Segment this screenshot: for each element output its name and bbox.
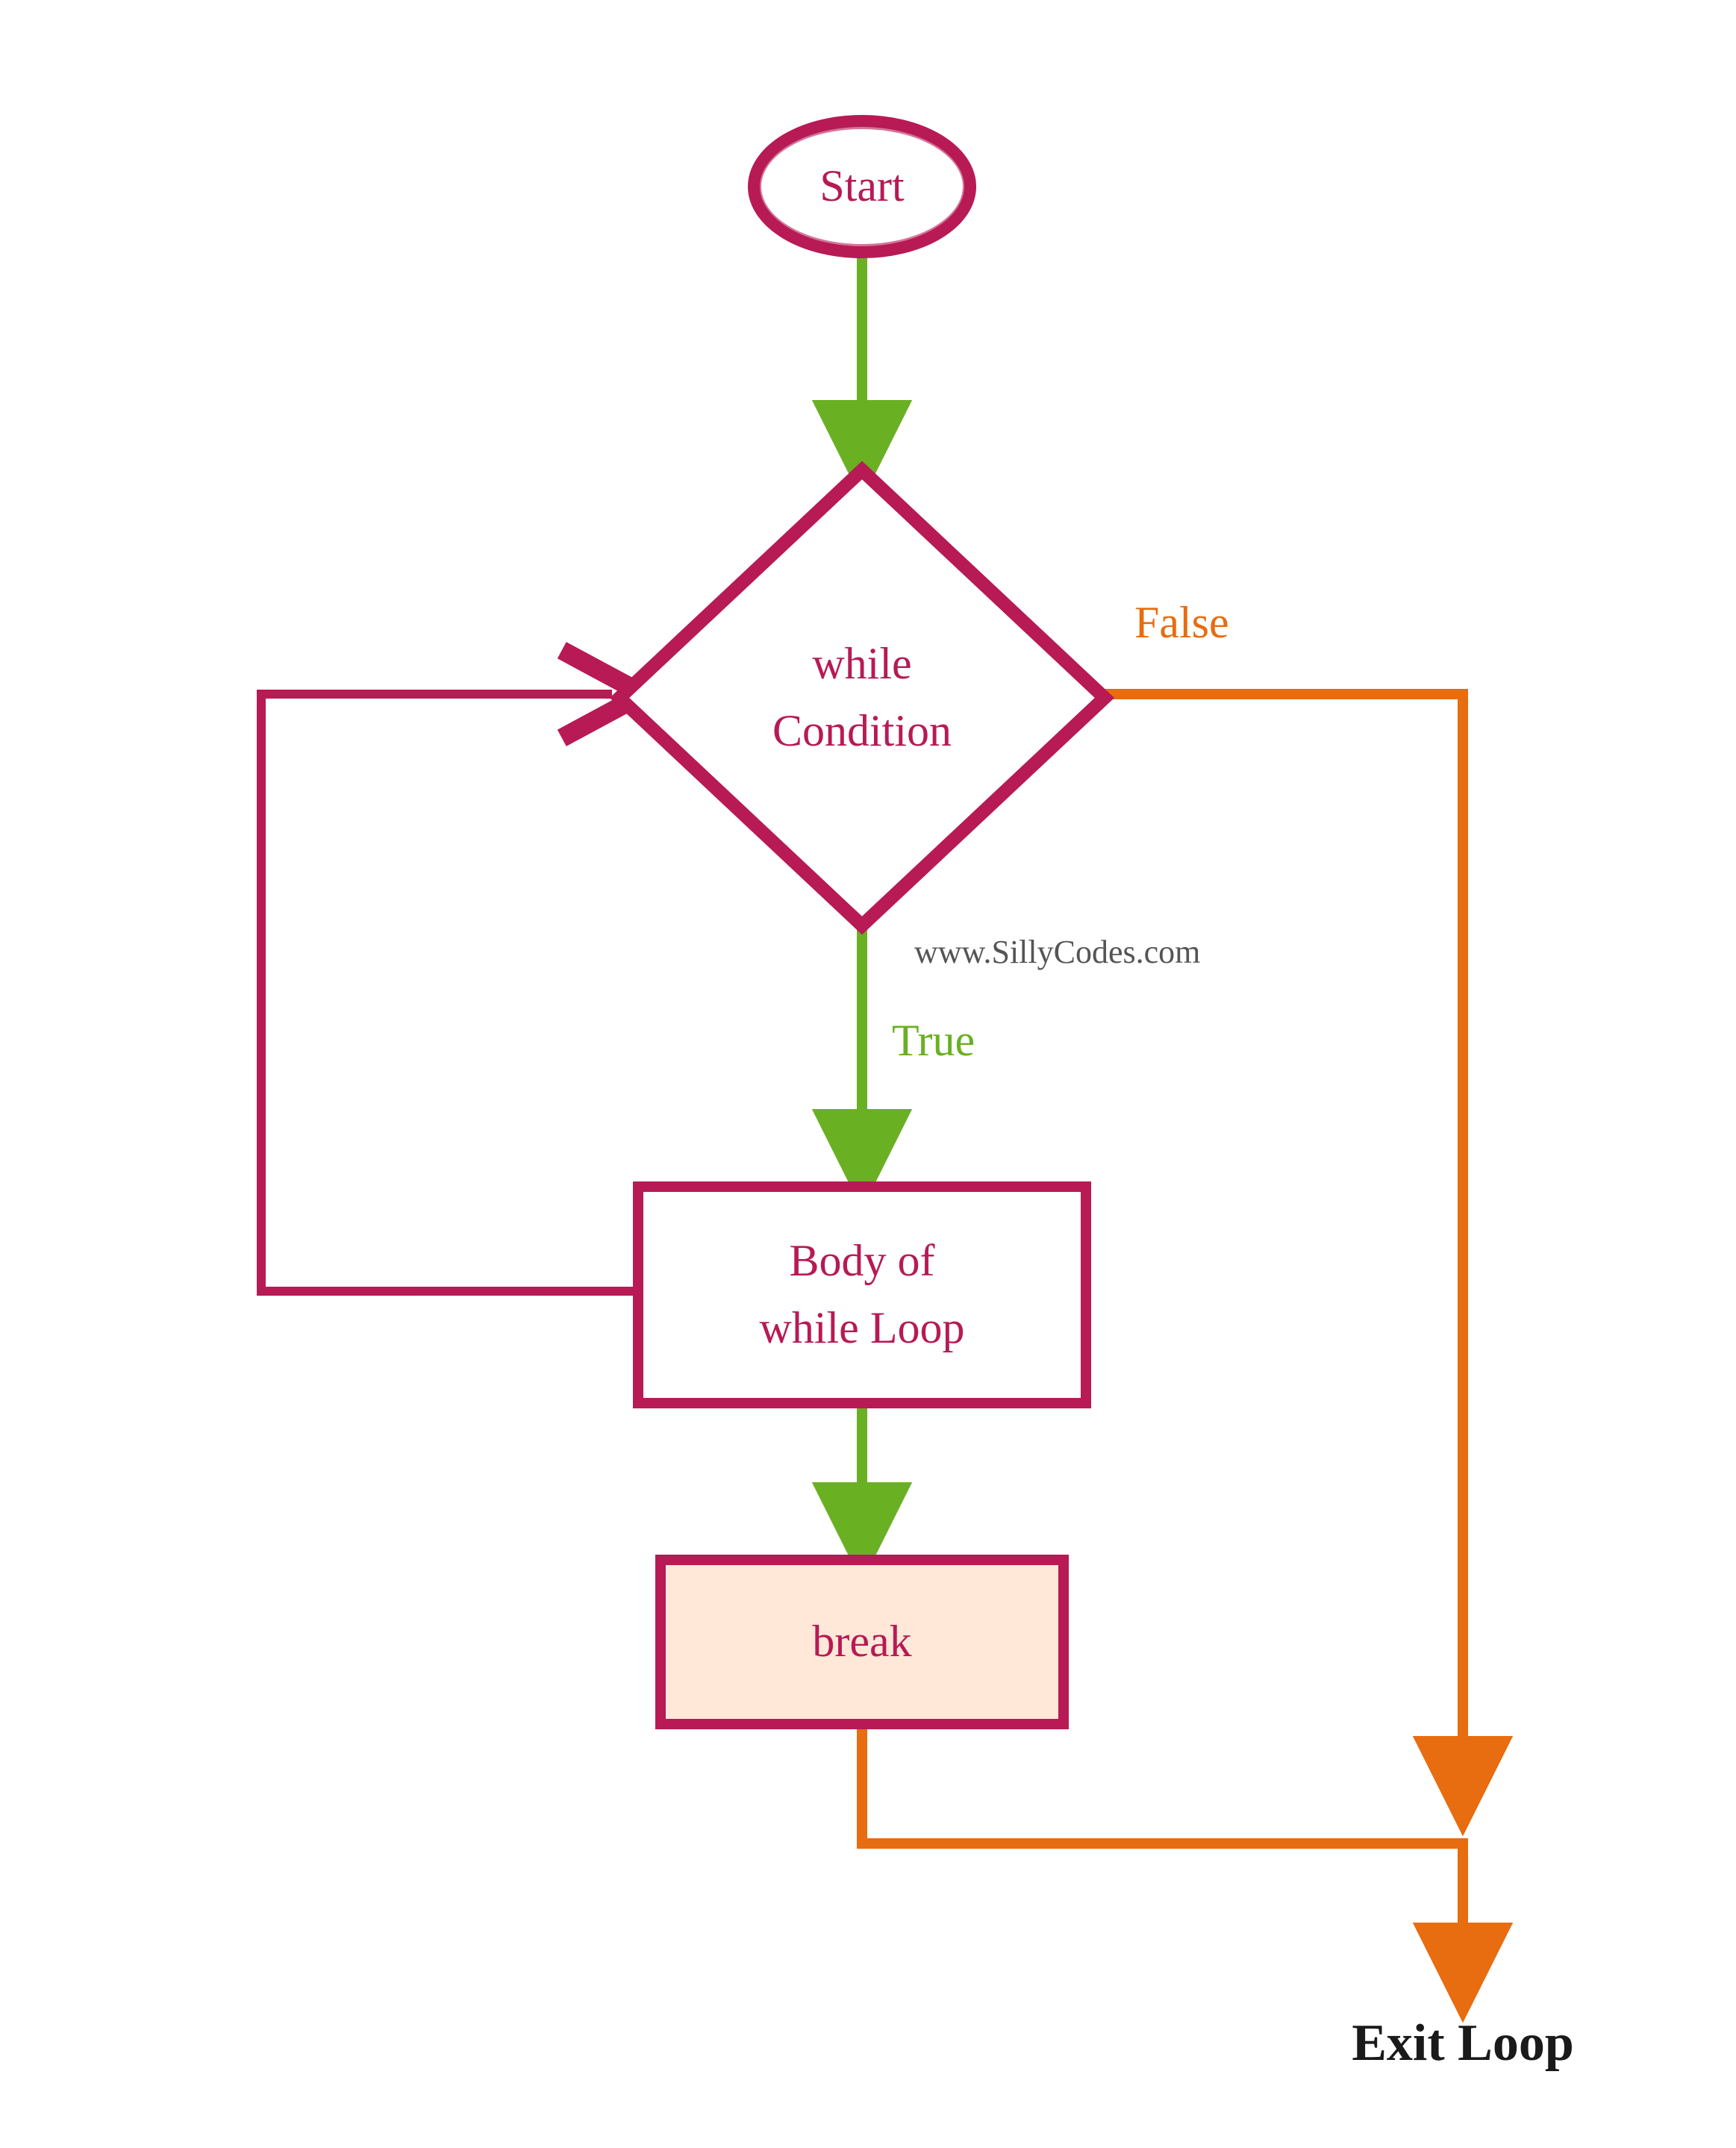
edge-false [1101, 694, 1463, 1799]
node-body-line1: Body of [790, 1236, 935, 1285]
node-condition-line2: Condition [772, 706, 952, 755]
node-condition-line1: while [812, 639, 911, 688]
node-break-label: break [812, 1617, 911, 1666]
label-true: True [892, 1016, 975, 1065]
node-break: break [661, 1560, 1064, 1724]
exit-loop-label: Exit Loop [1352, 2014, 1574, 2072]
edge-break-exit [862, 1724, 1463, 1985]
watermark: www.SillyCodes.com [914, 934, 1200, 970]
node-body: Body of while Loop [638, 1187, 1086, 1403]
node-start-label: Start [819, 161, 905, 210]
node-condition: while Condition [619, 470, 1105, 925]
edge-loop-back [261, 694, 642, 1291]
node-start: Start [754, 121, 970, 252]
label-false: False [1134, 598, 1229, 647]
node-body-line2: while Loop [760, 1303, 965, 1352]
